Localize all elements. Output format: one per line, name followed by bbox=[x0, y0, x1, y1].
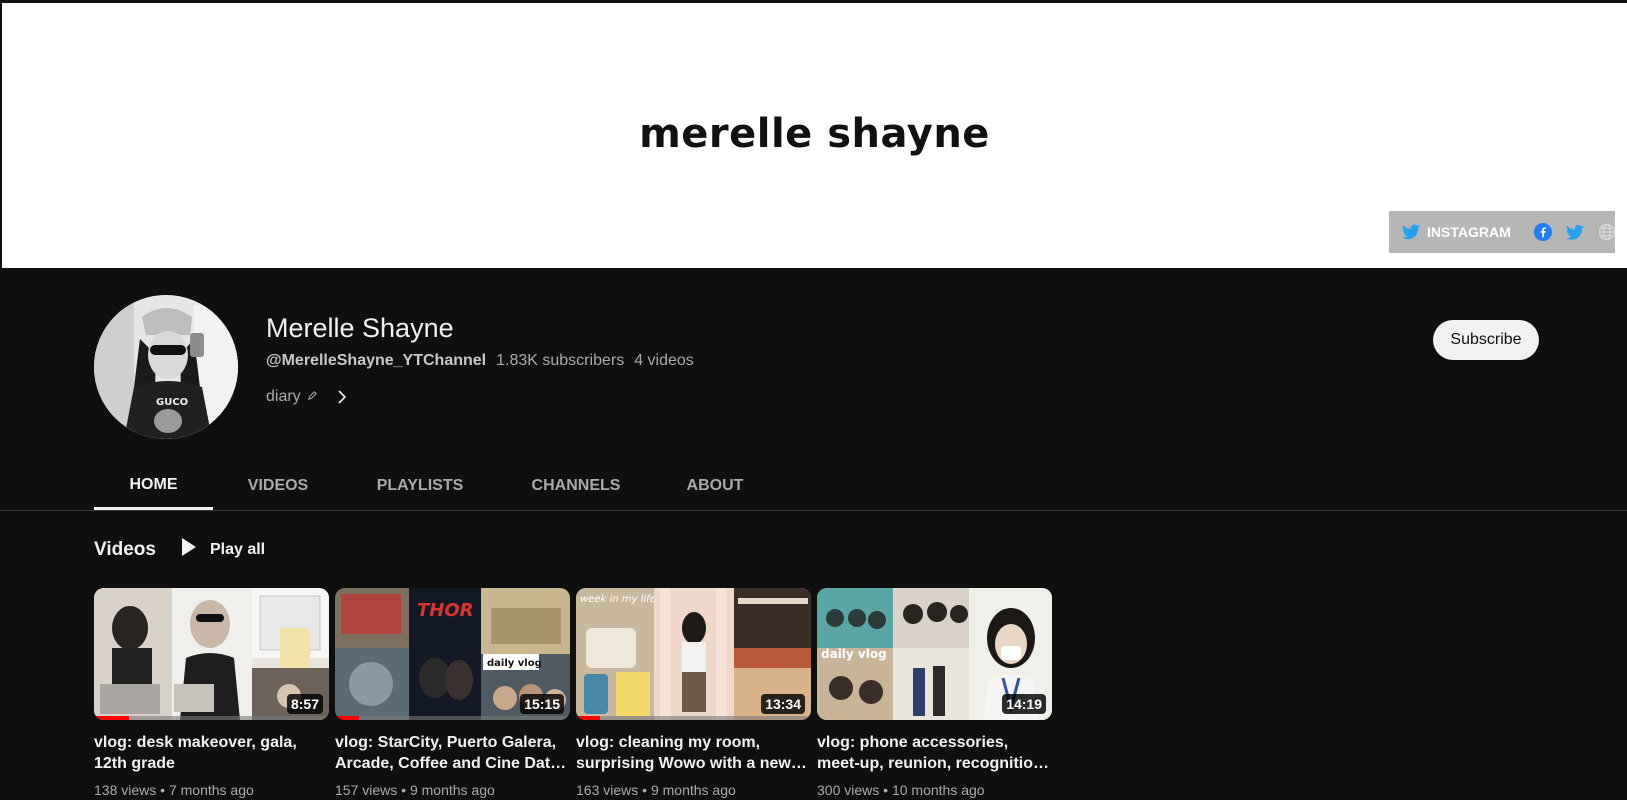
twitter-icon bbox=[1401, 222, 1421, 242]
channel-tabs: HOME VIDEOS PLAYLISTS CHANNELS ABOUT bbox=[94, 462, 775, 510]
channel-description[interactable]: diary bbox=[266, 388, 348, 406]
channel-meta: @MerelleShayne_YTChannel 1.83K subscribe… bbox=[266, 352, 694, 370]
pencil-icon bbox=[307, 388, 318, 406]
instagram-link[interactable]: INSTAGRAM bbox=[1401, 222, 1511, 242]
view-count: 163 views bbox=[576, 782, 639, 798]
video-title-line: 12th grade bbox=[94, 755, 175, 772]
video-title-line: vlog: desk makeover, gala, bbox=[94, 734, 297, 751]
tab-home[interactable]: HOME bbox=[94, 462, 213, 510]
videos-shelf-header: Videos Play all bbox=[94, 538, 265, 561]
video-meta: 138 views • 7 months ago bbox=[94, 782, 254, 798]
video-duration: 13:34 bbox=[761, 694, 805, 714]
video-card[interactable]: week in my life 13:34 vlog: cleaning my bbox=[576, 588, 811, 798]
facebook-icon[interactable] bbox=[1533, 222, 1553, 242]
tab-about[interactable]: ABOUT bbox=[655, 462, 775, 510]
video-age: 9 months ago bbox=[650, 782, 736, 798]
video-age: 10 months ago bbox=[891, 782, 985, 798]
video-duration: 14:19 bbox=[1002, 694, 1046, 714]
play-all-label: Play all bbox=[209, 540, 266, 558]
twitter-icon[interactable] bbox=[1565, 222, 1585, 242]
banner-title: merelle shayne bbox=[639, 111, 990, 157]
video-title-line: Arcade, Coffee and Cine Dat… bbox=[335, 755, 567, 772]
video-title-line: vlog: StarCity, Puerto Galera, bbox=[335, 734, 557, 751]
channel-handle: @MerelleShayne_YTChannel bbox=[266, 352, 487, 369]
tabs-divider bbox=[0, 510, 1627, 511]
video-card[interactable]: daily vlog 14:19 vlog: phone accessories… bbox=[817, 588, 1052, 798]
video-title[interactable]: vlog: phone accessories, meet-up, reunio… bbox=[817, 732, 1052, 774]
svg-text:THOR: THOR bbox=[417, 600, 474, 621]
progress-track bbox=[94, 716, 329, 720]
channel-name: Merelle Shayne bbox=[266, 313, 454, 343]
channel-banner: merelle shayne INSTAGRAM bbox=[0, 0, 1627, 268]
progress-bar bbox=[335, 716, 359, 720]
video-age: 9 months ago bbox=[409, 782, 495, 798]
video-thumbnail[interactable]: THOR daily vlog 15:15 bbox=[335, 588, 570, 720]
video-meta: 163 views • 9 months ago bbox=[576, 782, 736, 798]
video-meta: 300 views • 10 months ago bbox=[817, 782, 985, 798]
play-all-button[interactable]: Play all bbox=[181, 538, 266, 561]
video-duration: 15:15 bbox=[520, 694, 564, 714]
description-text: diary bbox=[266, 388, 301, 405]
thumb-daily-vlog-text: daily vlog bbox=[821, 647, 887, 661]
video-title-line: meet-up, reunion, recognitio… bbox=[817, 755, 1050, 772]
shelf-title[interactable]: Videos bbox=[94, 539, 156, 561]
tab-channels[interactable]: CHANNELS bbox=[497, 462, 655, 510]
progress-track bbox=[335, 716, 570, 720]
thumb-week-text: week in my life bbox=[580, 594, 656, 605]
chevron-right-icon[interactable] bbox=[336, 389, 348, 405]
video-age: 7 months ago bbox=[168, 782, 254, 798]
view-count: 138 views bbox=[94, 782, 157, 798]
video-thumbnail[interactable]: 8:57 bbox=[94, 588, 329, 720]
globe-icon[interactable] bbox=[1597, 222, 1617, 242]
progress-bar bbox=[576, 716, 600, 720]
video-title-line: surprising Wowo with a new… bbox=[576, 755, 807, 772]
video-count: 4 videos bbox=[634, 352, 694, 369]
tab-videos[interactable]: VIDEOS bbox=[213, 462, 343, 510]
video-card[interactable]: THOR daily vlog 15:15 vlog: StarCity, Pu… bbox=[335, 588, 570, 798]
video-title[interactable]: vlog: StarCity, Puerto Galera, Arcade, C… bbox=[335, 732, 570, 774]
video-title[interactable]: vlog: desk makeover, gala, 12th grade bbox=[94, 732, 329, 774]
banner-links: INSTAGRAM bbox=[1389, 211, 1615, 253]
svg-text:GUCO: GUCO bbox=[156, 397, 188, 408]
video-title[interactable]: vlog: cleaning my room, surprising Wowo … bbox=[576, 732, 811, 774]
video-card[interactable]: 8:57 vlog: desk makeover, gala, 12th gra… bbox=[94, 588, 329, 798]
progress-track bbox=[576, 716, 811, 720]
view-count: 300 views bbox=[817, 782, 880, 798]
thumb-daily-vlog-text: daily vlog bbox=[487, 658, 542, 669]
video-thumbnail[interactable]: week in my life 13:34 bbox=[576, 588, 811, 720]
video-title-line: vlog: phone accessories, bbox=[817, 734, 1009, 751]
subscribe-button[interactable]: Subscribe bbox=[1433, 320, 1539, 360]
video-shelf: 8:57 vlog: desk makeover, gala, 12th gra… bbox=[94, 588, 1052, 798]
video-title-line: vlog: cleaning my room, bbox=[576, 734, 761, 751]
view-count: 157 views bbox=[335, 782, 398, 798]
progress-bar bbox=[94, 716, 130, 720]
video-thumbnail[interactable]: daily vlog 14:19 bbox=[817, 588, 1052, 720]
video-meta: 157 views • 9 months ago bbox=[335, 782, 495, 798]
play-icon bbox=[181, 538, 196, 561]
video-duration: 8:57 bbox=[286, 694, 323, 714]
channel-avatar[interactable]: GUCO bbox=[94, 295, 238, 439]
subscriber-count: 1.83K subscribers bbox=[496, 352, 625, 369]
tab-playlists[interactable]: PLAYLISTS bbox=[343, 462, 497, 510]
instagram-link-label: INSTAGRAM bbox=[1427, 224, 1511, 240]
